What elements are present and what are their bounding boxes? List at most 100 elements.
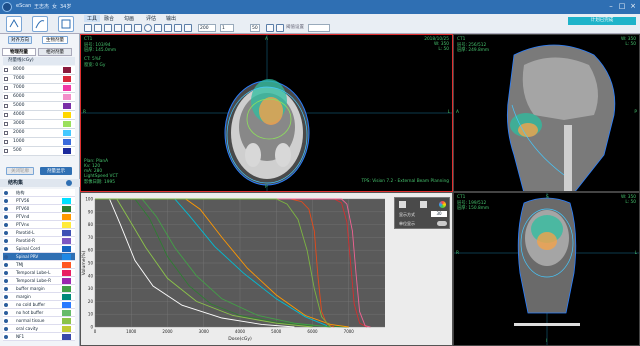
- isodose-color-swatch[interactable]: [63, 148, 71, 154]
- isodose-color-swatch[interactable]: [63, 121, 71, 127]
- isodose-color-swatch[interactable]: [63, 139, 71, 145]
- structure-row[interactable]: PTV60: [3, 205, 75, 213]
- menu-tools[interactable]: 工具: [84, 15, 101, 22]
- structure-row[interactable]: no cold buffer: [3, 301, 75, 309]
- eye-icon[interactable]: [4, 303, 8, 307]
- measure-tool-icon[interactable]: [124, 24, 132, 32]
- eye-icon[interactable]: [4, 335, 8, 339]
- eye-icon[interactable]: [4, 327, 8, 331]
- apply-icon[interactable]: [266, 24, 274, 32]
- isodose-row[interactable]: 500: [3, 147, 75, 156]
- plan-complete-button[interactable]: 计划已完成: [568, 17, 636, 25]
- display-mode-field[interactable]: 30: [431, 211, 447, 217]
- isodose-color-swatch[interactable]: [63, 112, 71, 118]
- bio-dose-button[interactable]: 生物剂量: [42, 36, 68, 44]
- structure-color-swatch[interactable]: [62, 270, 71, 276]
- eye-icon[interactable]: [4, 223, 8, 227]
- structure-color-swatch[interactable]: [62, 238, 71, 244]
- isodose-color-swatch[interactable]: [63, 76, 71, 82]
- eye-icon[interactable]: [4, 239, 8, 243]
- structure-row[interactable]: 结构: [3, 189, 75, 197]
- eye-icon[interactable]: [4, 247, 8, 251]
- eye-icon[interactable]: [4, 295, 8, 299]
- isodose-checkbox[interactable]: [4, 122, 8, 126]
- isodose-checkbox[interactable]: [4, 77, 8, 81]
- grid-tool-icon[interactable]: [154, 24, 162, 32]
- step-field[interactable]: 1: [220, 24, 234, 32]
- isodose-color-swatch[interactable]: [63, 67, 71, 73]
- coronal-view[interactable]: CT1 层号: 199/512 层厚: 150.8mm W: 350 L: 50…: [453, 192, 640, 346]
- structure-row[interactable]: no hot buffer: [3, 309, 75, 317]
- window-level-icon[interactable]: [114, 24, 122, 32]
- structure-color-swatch[interactable]: [62, 302, 71, 308]
- layout-tool-icon[interactable]: [58, 16, 74, 32]
- structure-row[interactable]: Parotid-R: [3, 237, 75, 245]
- structure-row[interactable]: Temporal Lobe-R: [3, 277, 75, 285]
- eye-icon[interactable]: [4, 215, 8, 219]
- tab-physical-dose[interactable]: 物理剂量: [2, 48, 36, 56]
- color-wheel-icon[interactable]: [439, 201, 446, 208]
- close-contour-button[interactable]: 关闭轮廓: [6, 167, 34, 175]
- menu-fusion[interactable]: 融合: [104, 15, 114, 22]
- isodose-checkbox[interactable]: [4, 113, 8, 117]
- structure-color-swatch[interactable]: [62, 190, 71, 196]
- isodose-checkbox[interactable]: [4, 131, 8, 135]
- structure-row[interactable]: Spinal PRV: [3, 253, 75, 261]
- eye-icon[interactable]: [4, 255, 8, 259]
- structure-color-swatch[interactable]: [62, 198, 71, 204]
- isodose-checkbox[interactable]: [4, 140, 8, 144]
- level-field[interactable]: 200: [198, 24, 216, 32]
- structure-color-swatch[interactable]: [62, 230, 71, 236]
- unit-toggle[interactable]: [437, 221, 447, 226]
- menu-contour[interactable]: 勾画: [124, 15, 134, 22]
- structure-color-swatch[interactable]: [62, 262, 71, 268]
- eye-icon[interactable]: [4, 319, 8, 323]
- isodose-checkbox[interactable]: [4, 68, 8, 72]
- isodose-row[interactable]: 6000: [3, 93, 75, 102]
- crosshair-tool-icon[interactable]: [164, 24, 172, 32]
- structure-row[interactable]: PTVnd: [3, 213, 75, 221]
- eye-icon[interactable]: [4, 311, 8, 315]
- isodose-color-swatch[interactable]: [63, 130, 71, 136]
- select-tool-icon[interactable]: [84, 24, 92, 32]
- zoom-tool-icon[interactable]: [104, 24, 112, 32]
- eye-icon[interactable]: [4, 191, 8, 195]
- structure-row[interactable]: oral cavity: [3, 325, 75, 333]
- threshold-field[interactable]: [308, 24, 330, 32]
- structure-color-swatch[interactable]: [62, 286, 71, 292]
- minimize-icon[interactable]: –: [606, 2, 616, 11]
- isodose-color-swatch[interactable]: [63, 94, 71, 100]
- isodose-row[interactable]: 2000: [3, 129, 75, 138]
- structure-color-swatch[interactable]: [62, 222, 71, 228]
- structure-row[interactable]: Temporal Lobe-L: [3, 269, 75, 277]
- width-field[interactable]: 50: [250, 24, 260, 32]
- structure-row[interactable]: NF1: [3, 333, 75, 341]
- add-structure-icon[interactable]: [66, 180, 72, 186]
- circle-tool-icon[interactable]: [144, 24, 152, 32]
- structure-color-swatch[interactable]: [62, 278, 71, 284]
- contour-tool-icon[interactable]: [6, 16, 22, 32]
- eye-icon[interactable]: [4, 207, 8, 211]
- isodose-row[interactable]: 8000: [3, 66, 75, 75]
- eye-icon[interactable]: [4, 271, 8, 275]
- eye-icon[interactable]: [4, 287, 8, 291]
- structure-row[interactable]: PTV56: [3, 197, 75, 205]
- isodose-row[interactable]: 3000: [3, 120, 75, 129]
- ruler-tool-icon[interactable]: [174, 24, 182, 32]
- structure-color-swatch[interactable]: [62, 294, 71, 300]
- isodose-color-swatch[interactable]: [63, 103, 71, 109]
- structure-color-swatch[interactable]: [62, 246, 71, 252]
- wrench-icon[interactable]: [399, 201, 406, 208]
- isodose-color-swatch[interactable]: [63, 85, 71, 91]
- eye-icon[interactable]: [4, 279, 8, 283]
- structure-color-swatch[interactable]: [62, 206, 71, 212]
- structure-row[interactable]: TMJ: [3, 261, 75, 269]
- structure-row[interactable]: buffer margin: [3, 285, 75, 293]
- pan-tool-icon[interactable]: [94, 24, 102, 32]
- rotate-tool-icon[interactable]: [134, 24, 142, 32]
- isodose-checkbox[interactable]: [4, 149, 8, 153]
- sagittal-view[interactable]: CT1 层号: 256/512 层厚: 249.8mm W: 350 L: 50…: [453, 34, 640, 192]
- align-button[interactable]: 对齐方向: [8, 36, 32, 44]
- structure-color-swatch[interactable]: [62, 254, 71, 260]
- menu-evaluate[interactable]: 评估: [146, 15, 156, 22]
